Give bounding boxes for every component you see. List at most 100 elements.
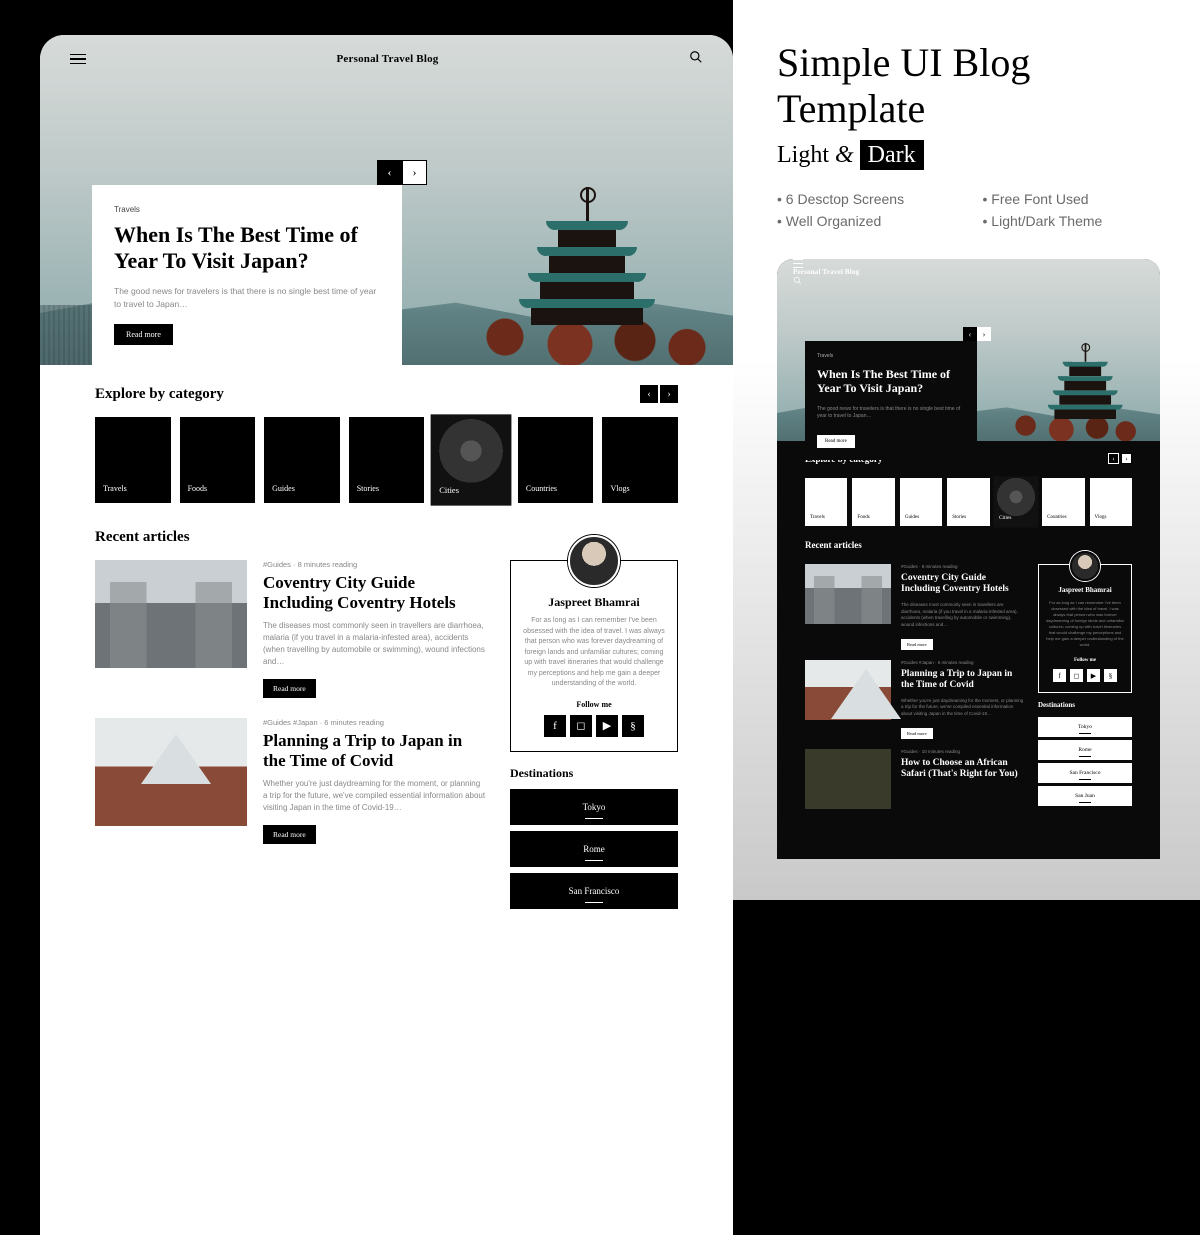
promo-feature: Free Font Used <box>983 191 1161 207</box>
hero-excerpt: The good news for travelers is that ther… <box>114 285 380 311</box>
author-card: Jaspreet Bhamrai For as long as I can re… <box>1038 564 1132 693</box>
author-bio: For as long as I can remember I've been … <box>1046 600 1124 648</box>
destinations-heading: Destinations <box>1038 701 1132 709</box>
article-readmore-button[interactable]: Read more <box>263 825 316 844</box>
ampersand: & <box>835 142 854 168</box>
author-name: Jaspreet Bhamrai <box>1046 586 1124 594</box>
instagram-icon[interactable]: ◻ <box>1070 669 1083 682</box>
article-readmore-button[interactable]: Read more <box>901 639 933 650</box>
category-foods[interactable]: Foods <box>852 478 894 526</box>
article-thumbnail[interactable] <box>805 564 891 624</box>
destination-link[interactable]: San Juan <box>1038 786 1132 806</box>
hero-readmore-button[interactable]: Read more <box>114 324 173 345</box>
search-icon[interactable] <box>689 50 703 69</box>
recent-heading: Recent articles <box>95 529 190 546</box>
category-stories[interactable]: Stories <box>349 417 425 503</box>
category-foods[interactable]: Foods <box>180 417 256 503</box>
article-thumbnail[interactable] <box>95 560 247 668</box>
mode-light-label: Light <box>777 142 829 168</box>
destination-link[interactable]: Tokyo <box>510 789 678 825</box>
other-social-icon[interactable]: § <box>1104 669 1117 682</box>
article-title[interactable]: Planning a Trip to Japan in the Time of … <box>263 731 486 772</box>
menu-icon[interactable] <box>793 259 1144 268</box>
category-guides[interactable]: Guides <box>264 417 340 503</box>
menu-icon[interactable] <box>70 54 86 65</box>
hero-pager: ‹ › <box>377 160 427 185</box>
hero-readmore-button[interactable]: Read more <box>817 435 855 448</box>
follow-label: Follow me <box>1046 658 1124 663</box>
article-excerpt: Whether you're just daydreaming for the … <box>901 698 1024 718</box>
article-card: #Guides #Japan · 6 minutes reading Plann… <box>95 718 486 844</box>
category-next-button[interactable]: › <box>660 385 678 403</box>
category-vlogs[interactable]: Vlogs <box>602 417 678 503</box>
facebook-icon[interactable]: f <box>544 715 566 737</box>
article-title[interactable]: Coventry City Guide Including Coventry H… <box>901 573 1024 596</box>
instagram-icon[interactable]: ◻ <box>570 715 592 737</box>
youtube-icon[interactable]: ▶ <box>1087 669 1100 682</box>
article-meta: #Guides #Japan · 6 minutes reading <box>263 718 486 727</box>
category-vlogs[interactable]: Vlogs <box>1090 478 1132 526</box>
article-thumbnail[interactable] <box>95 718 247 826</box>
promo-feature-list: 6 Desctop Screens Free Font Used Well Or… <box>777 191 1160 229</box>
social-row: f ◻ ▶ § <box>523 715 665 737</box>
author-avatar <box>1070 551 1100 581</box>
facebook-icon[interactable]: f <box>1053 669 1066 682</box>
promo-title: Simple UI Blog Template <box>777 40 1160 132</box>
sidebar: Jaspreet Bhamrai For as long as I can re… <box>510 560 678 915</box>
article-readmore-button[interactable]: Read more <box>901 728 933 739</box>
article-title[interactable]: How to Choose an African Safari (That's … <box>901 758 1024 781</box>
article-card: #Guides #Japan · 6 minutes reading Plann… <box>805 660 1024 739</box>
promo-modes: Light & Dark <box>777 142 1160 169</box>
main-grid: #Guides · 8 minutes reading Coventry Cit… <box>95 560 678 915</box>
hero-feature-card: ‹ › Travels When Is The Best Time of Yea… <box>92 185 402 367</box>
other-social-icon[interactable]: § <box>622 715 644 737</box>
dark-theme-mockup: Personal Travel Blog ‹ › Travels When Is… <box>777 259 1160 859</box>
hero-next-button[interactable]: › <box>977 327 991 341</box>
article-thumbnail[interactable] <box>805 660 891 720</box>
author-bio: For as long as I can remember I've been … <box>523 616 665 690</box>
hero-tag: Travels <box>817 353 965 359</box>
category-next-button[interactable]: › <box>1121 453 1132 464</box>
category-countries[interactable]: Countries <box>1042 478 1084 526</box>
hero-next-button[interactable]: › <box>402 160 427 185</box>
hero-title: When Is The Best Time of Year To Visit J… <box>114 222 380 275</box>
promo-feature: 6 Desctop Screens <box>777 191 955 207</box>
article-meta: #Guides · 8 minutes reading <box>263 560 486 569</box>
article-meta: #Guides #Japan · 6 minutes reading <box>901 660 1024 665</box>
category-pager: ‹ › <box>640 385 678 403</box>
category-cities[interactable]: Cities <box>993 477 1038 528</box>
category-travels[interactable]: Travels <box>805 478 847 526</box>
explore-heading: Explore by category <box>95 386 224 403</box>
article-title[interactable]: Coventry City Guide Including Coventry H… <box>263 573 486 614</box>
destination-link[interactable]: San Francisco <box>1038 763 1132 783</box>
article-excerpt: Whether you're just daydreaming for the … <box>263 778 486 814</box>
article-excerpt: The diseases most commonly seen in trave… <box>901 602 1024 629</box>
category-travels[interactable]: Travels <box>95 417 171 503</box>
youtube-icon[interactable]: ▶ <box>596 715 618 737</box>
pagoda-illustration <box>531 201 643 325</box>
destination-link[interactable]: San Francisco <box>510 873 678 909</box>
category-cities[interactable]: Cities <box>431 414 511 505</box>
category-stories[interactable]: Stories <box>947 478 989 526</box>
category-countries[interactable]: Countries <box>518 417 594 503</box>
promo-feature: Light/Dark Theme <box>983 213 1161 229</box>
category-guides[interactable]: Guides <box>900 478 942 526</box>
article-thumbnail[interactable] <box>805 749 891 809</box>
article-title[interactable]: Planning a Trip to Japan in the Time of … <box>901 669 1024 692</box>
article-meta: #Guides · 10 minutes reading <box>901 749 1024 754</box>
hero-tag: Travels <box>114 205 380 214</box>
destination-link[interactable]: Rome <box>1038 740 1132 760</box>
destination-link[interactable]: Rome <box>510 831 678 867</box>
destination-link[interactable]: Tokyo <box>1038 717 1132 737</box>
category-prev-button[interactable]: ‹ <box>640 385 658 403</box>
article-card: #Guides · 10 minutes reading How to Choo… <box>805 749 1024 809</box>
category-prev-button[interactable]: ‹ <box>1108 453 1119 464</box>
article-readmore-button[interactable]: Read more <box>263 679 316 698</box>
article-list: #Guides · 8 minutes reading Coventry Cit… <box>95 560 486 915</box>
hero-prev-button[interactable]: ‹ <box>377 160 402 185</box>
recent-heading: Recent articles <box>805 540 862 550</box>
hero-prev-button[interactable]: ‹ <box>963 327 977 341</box>
site-title: Personal Travel Blog <box>793 268 1144 276</box>
follow-label: Follow me <box>523 700 665 709</box>
search-icon[interactable] <box>793 276 1144 287</box>
